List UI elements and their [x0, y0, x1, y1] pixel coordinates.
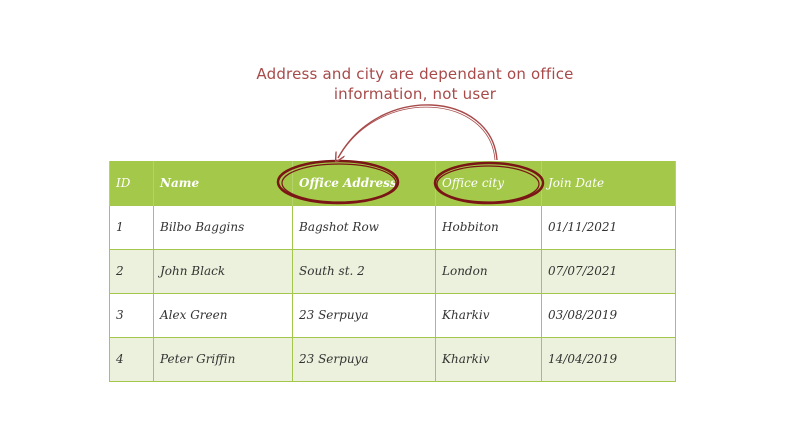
cell-office-address: South st. 2 [292, 248, 436, 293]
cell-name: Peter Griffin [153, 336, 293, 382]
dependency-arrow [338, 104, 498, 160]
cell-office-city: London [435, 248, 542, 293]
table-row: 3 Alex Green 23 Serpuya Kharkiv 03/08/20… [109, 292, 676, 337]
cell-office-address: 23 Serpuya [292, 292, 436, 337]
table-header-row: ID Name Office Address Office city Join … [109, 161, 676, 205]
cell-office-city: Kharkiv [435, 336, 542, 382]
cell-name: Bilbo Baggins [153, 204, 293, 249]
table-row: 4 Peter Griffin 23 Serpuya Kharkiv 14/04… [109, 336, 676, 382]
header-name: Name [153, 161, 293, 205]
cell-office-address: Bagshot Row [292, 204, 436, 249]
header-office-city: Office city [435, 161, 542, 205]
cell-join-date: 07/07/2021 [541, 248, 676, 293]
header-join-date: Join Date [541, 161, 676, 205]
cell-id: 4 [109, 336, 154, 382]
cell-id: 3 [109, 292, 154, 337]
table-row: 2 John Black South st. 2 London 07/07/20… [109, 248, 676, 293]
cell-join-date: 14/04/2019 [541, 336, 676, 382]
cell-office-city: Kharkiv [435, 292, 542, 337]
cell-join-date: 01/11/2021 [541, 204, 676, 249]
cell-office-address: 23 Serpuya [292, 336, 436, 382]
annotation-note: Address and city are dependant on office… [210, 64, 620, 104]
cell-id: 1 [109, 204, 154, 249]
cell-office-city: Hobbiton [435, 204, 542, 249]
table-row: 1 Bilbo Baggins Bagshot Row Hobbiton 01/… [109, 204, 676, 249]
cell-id: 2 [109, 248, 154, 293]
header-id: ID [109, 161, 154, 205]
dependency-arrow-echo [339, 106, 496, 161]
cell-name: Alex Green [153, 292, 293, 337]
users-table: ID Name Office Address Office city Join … [109, 161, 676, 382]
cell-join-date: 03/08/2019 [541, 292, 676, 337]
annotation-line-1: Address and city are dependant on office [256, 65, 574, 83]
annotation-line-2: information, not user [333, 85, 497, 103]
cell-name: John Black [153, 248, 293, 293]
header-office-address: Office Address [292, 161, 436, 205]
